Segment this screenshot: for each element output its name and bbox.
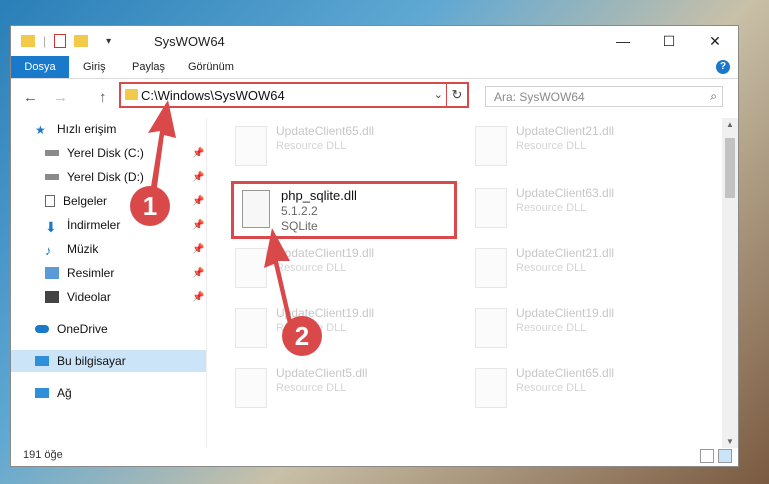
annotation-arrows xyxy=(148,100,292,324)
arrow-2 xyxy=(264,228,292,324)
arrow-1 xyxy=(148,100,176,194)
step-marker-1: 1 xyxy=(130,186,170,226)
step-marker-2: 2 xyxy=(282,316,322,356)
